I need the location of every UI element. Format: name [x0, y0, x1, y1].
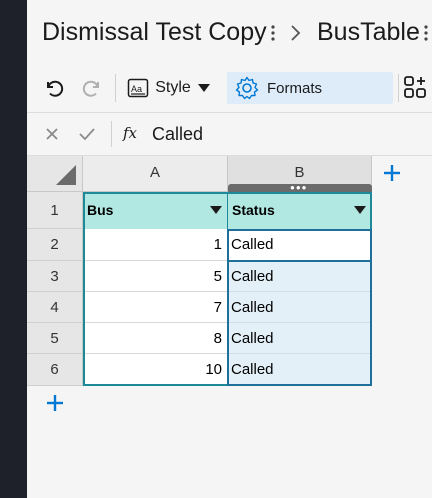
toolbar-divider	[398, 74, 399, 102]
undo-button[interactable]	[37, 72, 69, 104]
row-header[interactable]: 5	[27, 323, 83, 354]
column-drag-handle[interactable]: ●●●	[228, 184, 372, 192]
row-header[interactable]: 6	[27, 354, 83, 386]
toolbar-divider	[115, 74, 116, 102]
table-header-bus[interactable]: Bus	[83, 192, 228, 229]
table-title[interactable]: BusTable	[317, 18, 420, 47]
confirm-edit-icon[interactable]	[77, 125, 97, 143]
header-label: Bus	[87, 202, 114, 218]
fx-icon[interactable]: fx	[123, 124, 137, 142]
document-title[interactable]: Dismissal Test Copy	[42, 18, 267, 47]
header-label: Status	[232, 202, 275, 218]
formula-input[interactable]: Called	[152, 124, 203, 145]
cell-status[interactable]: Called	[228, 229, 372, 261]
cell-status[interactable]: Called	[228, 261, 372, 292]
svg-text:Aa: Aa	[131, 84, 142, 94]
filter-dropdown-icon[interactable]	[354, 206, 366, 214]
row-header[interactable]: 4	[27, 292, 83, 323]
cell-status[interactable]: Called	[228, 323, 372, 354]
cell-bus[interactable]: 1	[83, 229, 228, 261]
row-header[interactable]: 2	[27, 229, 83, 261]
row-header[interactable]: 1	[27, 192, 83, 229]
column-header-a[interactable]: A	[83, 156, 228, 192]
cell-bus[interactable]: 8	[83, 323, 228, 354]
style-icon: Aa	[127, 78, 149, 98]
cell-status[interactable]: Called	[228, 354, 372, 386]
cancel-edit-icon[interactable]	[43, 125, 61, 143]
caret-down-icon	[197, 84, 210, 92]
spreadsheet-grid: A B ●●● 1 2 3 4 5 6 Bus Status 1 Called …	[27, 156, 432, 498]
formula-bar: fx Called	[27, 113, 432, 156]
filter-dropdown-icon[interactable]	[210, 206, 222, 214]
cell-status[interactable]: Called	[228, 292, 372, 323]
more-options-icon[interactable]	[270, 22, 276, 44]
cell-bus[interactable]: 5	[83, 261, 228, 292]
chevron-right-icon	[291, 25, 301, 41]
toolbar: Aa Style Formats	[27, 64, 432, 113]
formats-label: Formats	[267, 79, 323, 97]
add-row-icon[interactable]	[44, 392, 66, 414]
formula-divider	[111, 121, 112, 147]
add-view-button[interactable]	[402, 72, 432, 104]
app-window: Dismissal Test Copy BusTable Aa Style Fo…	[27, 0, 432, 498]
add-column-icon[interactable]	[381, 162, 403, 184]
select-all-icon	[56, 165, 76, 185]
gear-icon	[235, 76, 259, 100]
style-label: Style	[155, 79, 191, 96]
redo-button[interactable]	[77, 72, 109, 104]
redo-icon	[82, 80, 99, 97]
table-header-status[interactable]: Status	[228, 192, 372, 229]
title-bar: Dismissal Test Copy BusTable	[27, 0, 432, 64]
cell-bus[interactable]: 10	[83, 354, 228, 386]
row-header[interactable]: 3	[27, 261, 83, 292]
select-all-corner[interactable]	[27, 156, 83, 192]
undo-icon	[47, 80, 64, 97]
formats-button[interactable]: Formats	[227, 72, 393, 104]
cell-bus[interactable]: 7	[83, 292, 228, 323]
drag-dots-icon: ●●●	[290, 183, 308, 192]
table-options-icon[interactable]	[423, 22, 429, 44]
add-grid-icon	[404, 76, 426, 98]
style-button[interactable]: Aa Style	[121, 72, 217, 104]
